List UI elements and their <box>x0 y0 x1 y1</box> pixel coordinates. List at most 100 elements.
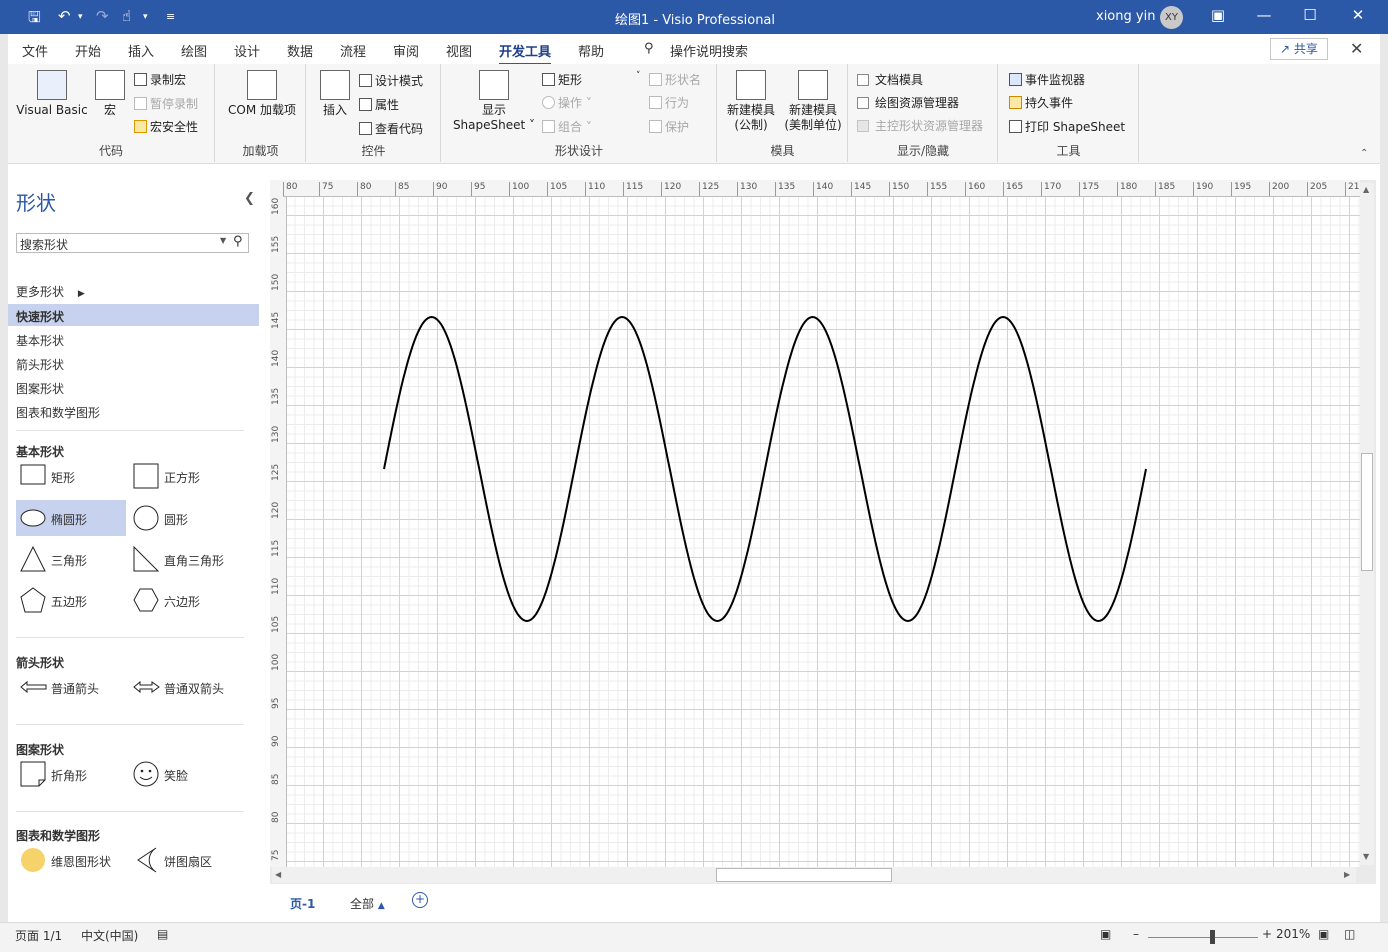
view-code-button[interactable]: 查看代码 <box>359 120 423 137</box>
shape-pie-slice[interactable]: 饼图扇区 <box>129 842 239 878</box>
close-window-icon[interactable]: ✕ <box>1346 6 1370 24</box>
nav-arrow-shapes[interactable]: 箭头形状 <box>8 352 259 374</box>
macro-security-button[interactable]: 宏安全性 <box>134 118 198 135</box>
page-number-status[interactable]: 页面 1/1 <box>15 927 62 944</box>
design-mode-button[interactable]: 设计模式 <box>359 72 423 89</box>
sine-wave-shape[interactable] <box>287 197 1360 867</box>
new-stencil-us-button[interactable]: 新建模具 (美制单位) <box>780 70 846 133</box>
master-explorer-checkbox[interactable]: 主控形状资源管理器 <box>857 117 983 134</box>
com-addins-button[interactable]: COM 加载项 <box>222 70 302 118</box>
presentation-mode-icon[interactable]: ▣ <box>1100 927 1111 941</box>
share-button[interactable]: ↗ 共享 <box>1270 38 1328 60</box>
zoom-out-icon[interactable]: – <box>1133 927 1139 941</box>
scroll-right-icon[interactable]: ▶ <box>1344 870 1350 879</box>
properties-button[interactable]: 属性 <box>359 96 399 113</box>
add-page-icon[interactable]: + <box>412 892 428 908</box>
shape-hexagon[interactable]: 六边形 <box>129 582 239 618</box>
shape-circle[interactable]: 圆形 <box>129 500 239 536</box>
horizontal-scrollbar[interactable]: ◀ ▶ <box>272 867 1356 883</box>
customize-toolbar-icon[interactable]: ≡ <box>166 10 175 23</box>
shape-simple-arrow[interactable]: 普通箭头 <box>16 669 126 705</box>
macros-button[interactable]: 宏 <box>92 70 128 118</box>
behavior-button[interactable]: 行为 <box>649 94 689 111</box>
drawing-explorer-checkbox[interactable]: 绘图资源管理器 <box>857 94 959 111</box>
scroll-up-icon[interactable]: ▲ <box>1363 185 1369 194</box>
vertical-scroll-thumb[interactable] <box>1361 453 1373 571</box>
page-tab-1[interactable]: 页-1 <box>290 895 315 912</box>
undo-dropdown-icon[interactable]: ▾ <box>78 12 83 22</box>
user-name[interactable]: xiong yin <box>1096 9 1155 24</box>
shape-rectangle[interactable]: 矩形 <box>16 458 126 494</box>
shape-triangle[interactable]: 三角形 <box>16 541 126 577</box>
tab-data[interactable]: 数据 <box>287 41 313 60</box>
tab-home[interactable]: 开始 <box>75 41 101 60</box>
tab-design[interactable]: 设计 <box>234 41 260 60</box>
redo-icon[interactable]: ↷ <box>96 7 109 25</box>
more-shapes-item[interactable]: 更多形状 ▶ <box>8 279 259 301</box>
visual-basic-button[interactable]: Visual Basic <box>14 70 90 118</box>
nav-pattern-shapes[interactable]: 图案形状 <box>8 376 259 398</box>
save-icon[interactable]: 🖫 <box>28 7 41 32</box>
shape-right-triangle[interactable]: 直角三角形 <box>129 541 239 577</box>
search-icon[interactable]: ⚲ <box>644 41 654 56</box>
tab-view[interactable]: 视图 <box>446 41 472 60</box>
macro-recording-icon[interactable]: ▤ <box>157 927 168 941</box>
shape-folded-corner[interactable]: 折角形 <box>16 756 126 792</box>
tab-file[interactable]: 文件 <box>22 41 48 60</box>
tab-draw[interactable]: 绘图 <box>181 41 207 60</box>
insert-control-button[interactable]: 插入 <box>315 70 355 118</box>
tab-help[interactable]: 帮助 <box>578 41 604 60</box>
touch-mode-icon[interactable]: ☝ <box>122 7 131 25</box>
persistent-events-button[interactable]: 持久事件 <box>1009 94 1073 111</box>
search-shapes-input[interactable]: 搜索形状 ▼ ⚲ <box>16 233 249 253</box>
touch-dropdown-icon[interactable]: ▾ <box>143 12 148 22</box>
tell-me-search[interactable]: 操作说明搜索 <box>670 41 748 60</box>
close-icon[interactable]: ✕ <box>1350 39 1363 58</box>
tab-process[interactable]: 流程 <box>340 41 366 60</box>
group-button[interactable]: 组合 ˅ <box>542 118 592 135</box>
nav-chart-math-shapes[interactable]: 图表和数学图形 <box>8 400 259 422</box>
print-shapesheet-button[interactable]: 打印 ShapeSheet <box>1009 118 1125 135</box>
protection-button[interactable]: 保护 <box>649 118 689 135</box>
vertical-scrollbar[interactable]: ▲ ▼ <box>1360 183 1374 865</box>
tab-developer[interactable]: 开发工具 <box>499 41 552 66</box>
ribbon-display-options-icon[interactable]: ▣ <box>1206 6 1230 24</box>
shape-double-arrow[interactable]: 普通双箭头 <box>129 669 239 705</box>
language-status[interactable]: 中文(中国) <box>81 927 138 944</box>
rectangle-button[interactable]: 矩形 <box>542 71 582 88</box>
maximize-icon[interactable]: ☐ <box>1298 6 1322 24</box>
undo-icon[interactable]: ↶ <box>58 7 71 25</box>
more-dropdown-icon[interactable]: ˅ <box>636 71 641 81</box>
zoom-in-icon[interactable]: + <box>1262 927 1272 941</box>
shape-smiley[interactable]: 笑脸 <box>129 756 239 792</box>
zoom-slider[interactable] <box>1148 937 1258 938</box>
collapse-pane-icon[interactable]: ❮ <box>244 191 255 206</box>
pause-recording-button[interactable]: 暂停录制 <box>134 95 198 112</box>
horizontal-scroll-thumb[interactable] <box>716 868 892 882</box>
zoom-level[interactable]: 201% <box>1276 927 1310 941</box>
show-shapesheet-button[interactable]: 显示 ShapeSheet ˅ <box>450 70 538 133</box>
switch-windows-icon[interactable]: ◫ <box>1344 927 1355 941</box>
document-stencil-checkbox[interactable]: 文档模具 <box>857 71 923 88</box>
shape-name-button[interactable]: 形状名 <box>649 71 701 88</box>
minimize-icon[interactable]: — <box>1252 6 1276 24</box>
drawing-page[interactable] <box>287 197 1360 867</box>
scroll-down-icon[interactable]: ▼ <box>1363 852 1369 861</box>
search-dropdown-icon[interactable]: ▼ <box>220 236 226 245</box>
scroll-left-icon[interactable]: ◀ <box>275 870 281 879</box>
zoom-slider-thumb[interactable] <box>1210 930 1215 944</box>
record-macro-button[interactable]: 录制宏 <box>134 71 186 88</box>
operations-button[interactable]: 操作 ˅ <box>542 94 592 111</box>
new-stencil-metric-button[interactable]: 新建模具 (公制) <box>722 70 780 133</box>
search-icon[interactable]: ⚲ <box>233 234 243 249</box>
all-pages-button[interactable]: 全部 ▲ <box>350 895 385 912</box>
shape-venn[interactable]: 维恩图形状 <box>16 842 126 878</box>
collapse-ribbon-icon[interactable]: ⌃ <box>1360 148 1368 159</box>
event-monitor-button[interactable]: 事件监视器 <box>1009 71 1085 88</box>
avatar[interactable]: XY <box>1160 6 1183 29</box>
nav-basic-shapes[interactable]: 基本形状 <box>8 328 259 350</box>
tab-review[interactable]: 审阅 <box>393 41 419 60</box>
nav-quick-shapes[interactable]: 快速形状 <box>8 304 259 326</box>
tab-insert[interactable]: 插入 <box>128 41 154 60</box>
shape-pentagon[interactable]: 五边形 <box>16 582 126 618</box>
